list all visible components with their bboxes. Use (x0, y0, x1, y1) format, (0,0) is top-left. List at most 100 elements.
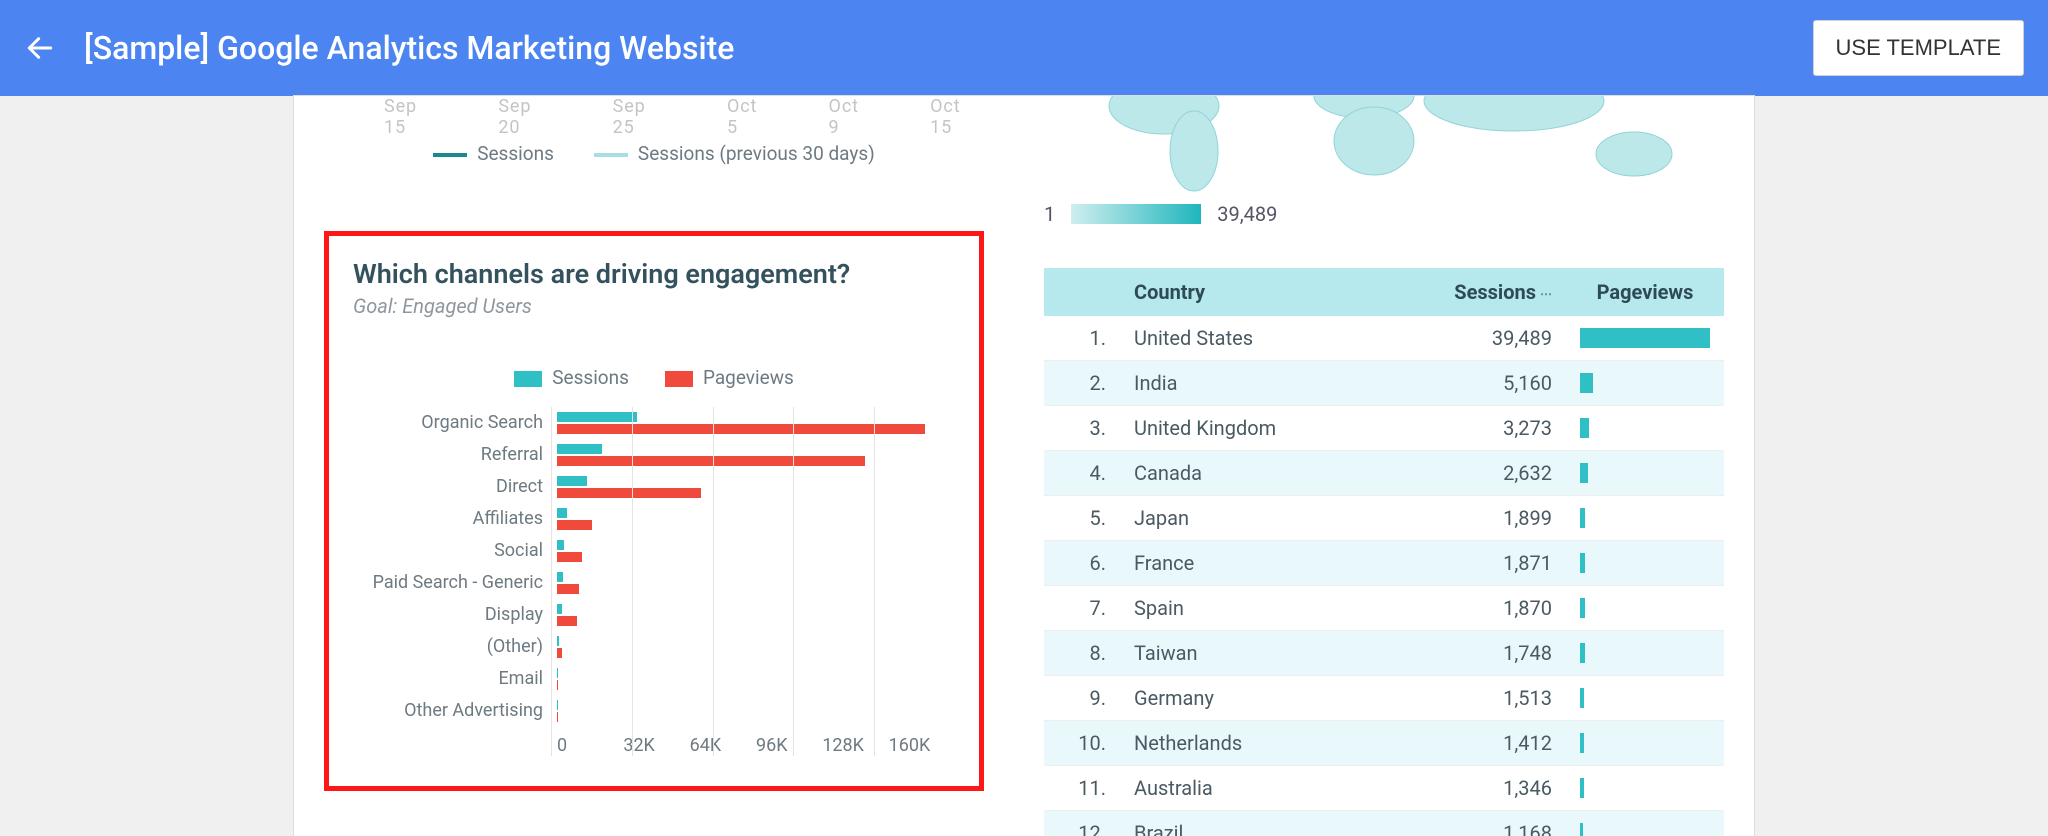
table-row: 7.Spain1,870 (1044, 586, 1724, 631)
row-index: 4. (1044, 451, 1120, 496)
bar-sessions (557, 476, 587, 486)
table-row: 6.France1,871 (1044, 541, 1724, 586)
bar-category-label: Affiliates (353, 503, 543, 535)
axis-tick: Sep 15 (384, 96, 440, 112)
bar-sessions (557, 604, 562, 614)
bar-xaxis: 032K64K96K128K160K (557, 735, 955, 756)
bar-category-label: Direct (353, 471, 543, 503)
row-country: Japan (1120, 496, 1428, 541)
row-pageviews (1566, 496, 1724, 541)
row-pageviews (1566, 721, 1724, 766)
map-legend-max: 39,489 (1217, 202, 1277, 226)
row-sessions: 2,632 (1428, 451, 1566, 496)
table-row: 10.Netherlands1,412 (1044, 721, 1724, 766)
bar-row (557, 407, 955, 439)
prev-chart-legend: Sessions Sessions (previous 30 days) (324, 142, 984, 165)
row-index: 5. (1044, 496, 1120, 541)
bar-row (557, 663, 955, 695)
legend-label: Sessions (previous 30 days) (638, 142, 875, 165)
bar-sessions (557, 540, 564, 550)
header-country[interactable]: Country (1120, 268, 1428, 316)
row-country: Australia (1120, 766, 1428, 811)
bar-category-label: Social (353, 535, 543, 567)
header-sessions[interactable]: Sessions⋯ (1428, 268, 1566, 316)
gradient-swatch-icon (1071, 204, 1201, 224)
axis-tick: Oct 15 (930, 96, 984, 112)
legend-item: Sessions (433, 142, 554, 165)
right-column: 1 39,489 Country Sessions⋯ Pageviews 1.U… (1014, 96, 1754, 836)
row-pageviews (1566, 811, 1724, 836)
header-left: [Sample] Google Analytics Marketing Webs… (24, 29, 734, 67)
header-pageviews[interactable]: Pageviews (1566, 268, 1724, 316)
row-pageviews (1566, 541, 1724, 586)
sort-indicator-icon: ⋯ (1540, 287, 1552, 301)
row-index: 6. (1044, 541, 1120, 586)
square-swatch-icon (514, 371, 542, 387)
axis-tick: Sep 25 (613, 96, 669, 112)
legend-label: Sessions (552, 366, 629, 389)
table-row: 9.Germany1,513 (1044, 676, 1724, 721)
row-country: Spain (1120, 586, 1428, 631)
channels-barchart: Organic SearchReferralDirectAffiliatesSo… (353, 407, 955, 756)
row-pageviews (1566, 766, 1724, 811)
bar-sessions (557, 412, 637, 422)
bar-sessions (557, 508, 567, 518)
row-sessions: 5,160 (1428, 361, 1566, 406)
use-template-button[interactable]: USE TEMPLATE (1813, 20, 2024, 76)
row-index: 10. (1044, 721, 1120, 766)
legend-item: Pageviews (665, 366, 794, 389)
row-pageviews (1566, 361, 1724, 406)
left-column: Sep 15Sep 20Sep 25Oct 5Oct 9Oct 15 Sessi… (294, 96, 1014, 836)
bar-pageviews (557, 424, 925, 434)
row-index: 8. (1044, 631, 1120, 676)
axis-tick: 160K (889, 735, 955, 756)
legend-item: Sessions (previous 30 days) (594, 142, 875, 165)
bar-row (557, 535, 955, 567)
bar-sessions (557, 572, 563, 582)
row-index: 9. (1044, 676, 1120, 721)
country-table: Country Sessions⋯ Pageviews 1.United Sta… (1044, 268, 1724, 836)
page-title: [Sample] Google Analytics Marketing Webs… (84, 29, 734, 67)
bar-pageviews (557, 648, 562, 658)
row-sessions: 39,489 (1428, 316, 1566, 361)
app-header: [Sample] Google Analytics Marketing Webs… (0, 0, 2048, 96)
row-index: 12. (1044, 811, 1120, 836)
row-index: 7. (1044, 586, 1120, 631)
bar-row (557, 439, 955, 471)
map-legend-min: 1 (1044, 202, 1055, 226)
bar-pageviews (557, 616, 577, 626)
bar-pageviews (557, 520, 592, 530)
row-country: Taiwan (1120, 631, 1428, 676)
chart-subtitle: Goal: Engaged Users (353, 294, 955, 318)
square-swatch-icon (665, 371, 693, 387)
axis-tick: 32K (623, 735, 689, 756)
row-index: 3. (1044, 406, 1120, 451)
row-pageviews (1566, 586, 1724, 631)
bar-category-label: Organic Search (353, 407, 543, 439)
legend-item: Sessions (514, 366, 629, 389)
bar-category-label: (Other) (353, 631, 543, 663)
bar-category-label: Paid Search - Generic (353, 567, 543, 599)
prev-chart-xaxis: Sep 15Sep 20Sep 25Oct 5Oct 9Oct 15 (324, 96, 984, 112)
row-sessions: 3,273 (1428, 406, 1566, 451)
row-sessions: 1,748 (1428, 631, 1566, 676)
bar-row (557, 631, 955, 663)
bar-pageviews (557, 552, 582, 562)
table-row: 3.United Kingdom3,273 (1044, 406, 1724, 451)
back-arrow-icon[interactable] (24, 32, 56, 64)
axis-tick: Oct 5 (727, 96, 771, 112)
table-row: 8.Taiwan1,748 (1044, 631, 1724, 676)
bar-category-label: Display (353, 599, 543, 631)
bar-category-labels: Organic SearchReferralDirectAffiliatesSo… (353, 407, 551, 756)
row-sessions: 1,412 (1428, 721, 1566, 766)
bar-pageviews (557, 584, 579, 594)
bar-row (557, 503, 955, 535)
row-country: France (1120, 541, 1428, 586)
axis-tick: Sep 20 (498, 96, 554, 112)
row-country: United Kingdom (1120, 406, 1428, 451)
axis-tick: 96K (756, 735, 822, 756)
bar-category-label: Other Advertising (353, 695, 543, 727)
row-index: 11. (1044, 766, 1120, 811)
row-pageviews (1566, 406, 1724, 451)
row-sessions: 1,513 (1428, 676, 1566, 721)
